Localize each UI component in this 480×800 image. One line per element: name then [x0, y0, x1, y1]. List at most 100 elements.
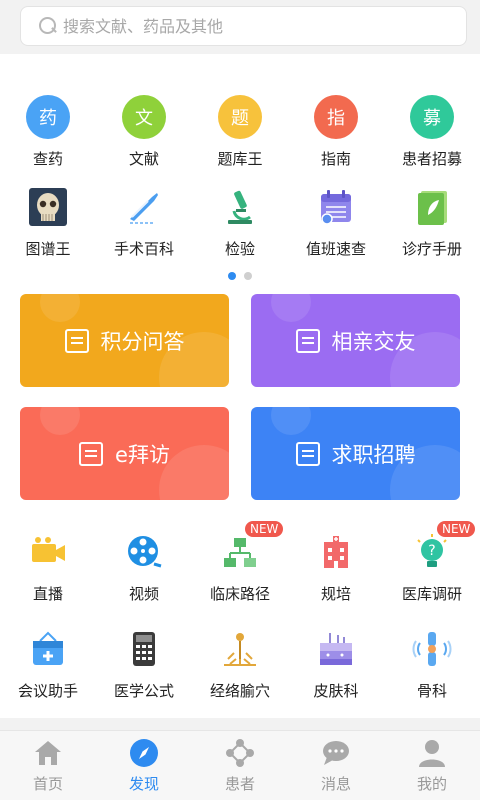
grid-item-label: 直播 [32, 585, 63, 603]
grid-item-live[interactable]: 直播 [0, 529, 96, 619]
grid-item-label: 规培 [320, 585, 351, 603]
grid-item-label: 手术百科 [113, 240, 174, 258]
acupuncture-icon [217, 626, 263, 672]
card-label: 相亲交友 [331, 329, 416, 354]
tab-patients[interactable]: 患者 [192, 731, 288, 800]
grid-item-label: 检验 [224, 240, 255, 258]
card-points-qa[interactable]: 积分问答 [20, 294, 229, 387]
top-bar [0, 0, 480, 54]
grid-item-lab-test[interactable]: 检验 [192, 184, 288, 274]
grid-item-label: 临床路径 [209, 585, 270, 603]
grid-item-literature[interactable]: 文 文献 [96, 94, 192, 184]
tab-home[interactable]: 首页 [0, 731, 96, 800]
grid-item-label: 查药 [32, 150, 63, 168]
grid-item-video[interactable]: 视频 [96, 529, 192, 619]
medical-kit-icon [25, 626, 71, 672]
grid-item-label: 值班速查 [305, 240, 366, 258]
new-badge: NEW [245, 521, 284, 537]
grid-item-clinical-path[interactable]: NEW 临床路径 [192, 521, 288, 619]
microscope-icon [217, 184, 263, 230]
bottom-tab-bar: 首页 发现 患者 消息 我的 [0, 730, 480, 800]
grid-item-label: 指南 [320, 150, 351, 168]
tab-label: 我的 [416, 775, 447, 793]
grid-item-label: 经络腧穴 [209, 682, 270, 700]
film-reel-icon [121, 529, 167, 575]
grid-item-patient-recruit[interactable]: 募 患者招募 [384, 94, 480, 184]
grid-item-residency[interactable]: 规培 [288, 529, 384, 619]
user-icon [416, 737, 448, 769]
grid-item-label: 骨科 [416, 682, 447, 700]
green-book-icon [409, 184, 455, 230]
card-e-visit[interactable]: e拜访 [20, 407, 229, 500]
search-icon [39, 17, 57, 35]
grid-item-survey[interactable]: ? NEW 医库调研 [384, 521, 480, 619]
grid-item-atlas[interactable]: 图谱王 [0, 184, 96, 274]
calendar-icon [313, 184, 359, 230]
document-icon [64, 328, 89, 353]
grid-item-label: 诊疗手册 [401, 240, 462, 258]
card-dating[interactable]: 相亲交友 [251, 294, 460, 387]
grid-item-label: 医学公式 [113, 682, 174, 700]
grid-item-label: 视频 [128, 585, 159, 603]
grid-item-drug[interactable]: 药 查药 [0, 94, 96, 184]
literature-icon: 文 [122, 95, 166, 139]
id-card-icon [295, 441, 320, 466]
svg-text:?: ? [428, 543, 435, 559]
carousel-pager [0, 272, 480, 280]
grid-item-label: 题库王 [217, 150, 263, 168]
grid-item-manual[interactable]: 诊疗手册 [384, 184, 480, 274]
chat-bubble-icon [320, 737, 352, 769]
compass-icon [128, 737, 160, 769]
grid-item-guide[interactable]: 指 指南 [288, 94, 384, 184]
tab-label: 消息 [320, 775, 351, 793]
quick-grid-row-2: 图谱王 手术百科 检验 值班速查 诊疗手册 [0, 184, 480, 274]
discover-panel: 药 查药 文 文献 题 题库王 指 指南 募 患者招募 图谱王 手术百科 检验 … [0, 54, 480, 718]
tab-discover[interactable]: 发现 [96, 731, 192, 800]
recruit-icon: 募 [410, 95, 454, 139]
grid-item-label: 图谱王 [25, 240, 71, 258]
grid-item-meeting[interactable]: 会议助手 [0, 626, 96, 716]
tool-grid-row-2: 会议助手 医学公式 经络腧穴 皮肤科 骨科 [0, 626, 480, 716]
tab-label: 患者 [224, 775, 255, 793]
search-bar[interactable] [20, 6, 467, 46]
grid-item-label: 皮肤科 [313, 682, 359, 700]
card-label: 求职招聘 [331, 442, 416, 467]
hospital-icon [313, 529, 359, 575]
grid-item-acupoint[interactable]: 经络腧穴 [192, 626, 288, 716]
guide-icon: 指 [314, 95, 358, 139]
grid-item-formula[interactable]: 医学公式 [96, 626, 192, 716]
video-camera-icon [25, 529, 71, 575]
tab-label: 首页 [32, 775, 63, 793]
pager-dot[interactable] [244, 272, 252, 280]
new-badge: NEW [437, 521, 476, 537]
bone-joint-icon [409, 626, 455, 672]
card-jobs[interactable]: 求职招聘 [251, 407, 460, 500]
home-icon [32, 737, 64, 769]
tab-messages[interactable]: 消息 [288, 731, 384, 800]
grid-item-dermatology[interactable]: 皮肤科 [288, 626, 384, 716]
skull-book-icon [25, 184, 71, 230]
grid-item-duty-lookup[interactable]: 值班速查 [288, 184, 384, 274]
chat-card-icon [295, 328, 320, 353]
grid-item-label: 会议助手 [17, 682, 78, 700]
lightbulb-question-icon: ? NEW [409, 521, 476, 575]
grid-item-label: 患者招募 [401, 150, 462, 168]
tab-me[interactable]: 我的 [384, 731, 480, 800]
grid-item-surgery[interactable]: 手术百科 [96, 184, 192, 274]
tool-grid-row-1: 直播 视频 NEW 临床路径 规培 ? NEW 医库调研 [0, 521, 480, 619]
flowchart-icon: NEW [217, 521, 284, 575]
grid-item-label: 文献 [128, 150, 159, 168]
tab-label: 发现 [128, 775, 159, 793]
receipt-icon [79, 441, 104, 466]
network-icon [224, 737, 256, 769]
skin-layer-icon [313, 626, 359, 672]
calculator-icon [121, 626, 167, 672]
scalpel-icon [121, 184, 167, 230]
card-label: 积分问答 [100, 329, 185, 354]
grid-item-question-bank[interactable]: 题 题库王 [192, 94, 288, 184]
pager-dot-active[interactable] [228, 272, 236, 280]
search-input[interactable] [63, 16, 443, 36]
quick-grid-row-1: 药 查药 文 文献 题 题库王 指 指南 募 患者招募 [0, 94, 480, 184]
grid-item-orthopedics[interactable]: 骨科 [384, 626, 480, 716]
question-bank-icon: 题 [218, 95, 262, 139]
